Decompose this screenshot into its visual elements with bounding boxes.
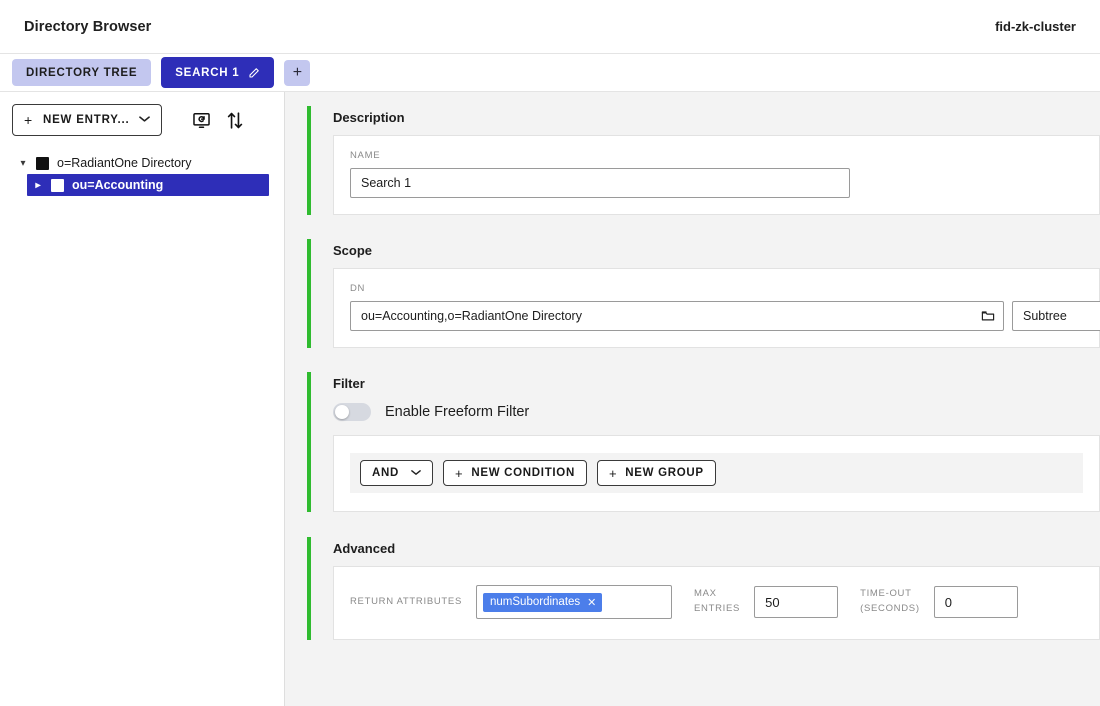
sort-updown-icon[interactable] [227,111,243,130]
left-toolbar: + NEW ENTRY... [0,92,284,146]
new-condition-label: NEW CONDITION [471,467,575,479]
scope-select[interactable]: Subtree [1012,301,1100,331]
tree-node-radiantone-directory[interactable]: ▾ o=RadiantOne Directory [0,152,284,174]
advanced-row: RETURN ATTRIBUTES numSubordinates ✕ MAX … [350,585,1083,619]
new-group-button[interactable]: + NEW GROUP [596,460,716,486]
new-entry-button[interactable]: + NEW ENTRY... [12,104,163,136]
attribute-chip-label: numSubordinates [490,596,581,608]
section-advanced-title: Advanced [333,541,396,556]
filter-card: AND + NEW CONDITION + NEW GROUP [333,435,1100,512]
dn-input[interactable]: ou=Accounting,o=RadiantOne Directory [350,301,1004,331]
chevron-down-icon[interactable]: ▾ [18,158,28,169]
filter-operator-select[interactable]: AND [360,460,434,486]
plus-icon: + [455,465,464,481]
app-header: Directory Browser fid-zk-cluster [0,0,1100,54]
close-icon[interactable]: ✕ [587,596,596,609]
body-split: + NEW ENTRY... ▾ o=RadiantOne Directory … [0,92,1100,706]
add-tab-button[interactable]: + [284,59,311,86]
pencil-icon[interactable] [248,67,260,79]
plus-icon: + [608,465,618,481]
section-description: Description NAME Search 1 [307,106,1100,215]
folder-node-icon [36,156,49,170]
new-entry-label: NEW ENTRY... [42,114,130,126]
section-filter-title: Filter [333,376,365,391]
tab-strip: DIRECTORY TREE SEARCH 1 + [0,54,1100,92]
monitor-refresh-icon[interactable] [192,111,211,130]
freeform-filter-row: Enable Freeform Filter [333,401,1100,435]
tree-node-ou-accounting[interactable]: ▸ ou=Accounting [27,174,269,196]
timeout-label-line2: (SECONDS) [860,603,920,614]
page-title: Directory Browser [24,18,152,35]
chevron-down-icon [411,468,421,478]
enable-freeform-filter-toggle[interactable] [333,403,371,421]
tool-icon-group [192,111,243,130]
description-card: NAME Search 1 [333,135,1100,215]
return-attributes-input[interactable]: numSubordinates ✕ [476,585,673,619]
section-advanced: Advanced RETURN ATTRIBUTES numSubordinat… [307,537,1100,640]
chevron-down-icon [139,115,151,126]
tab-directory-tree[interactable]: DIRECTORY TREE [12,59,152,86]
tree-node-label: o=RadiantOne Directory [57,156,192,170]
advanced-card: RETURN ATTRIBUTES numSubordinates ✕ MAX … [333,566,1100,640]
max-entries-label-line2: ENTRIES [694,603,741,614]
left-panel: + NEW ENTRY... ▾ o=RadiantOne Directory … [0,92,285,706]
tree-node-label: ou=Accounting [72,178,164,192]
cluster-name: fid-zk-cluster [995,19,1076,34]
toggle-knob [335,405,349,419]
max-entries-input[interactable]: 50 [754,586,839,618]
new-group-label: NEW GROUP [625,467,704,479]
search-form-panel: Description NAME Search 1 Scope DN ou=Ac… [285,92,1100,706]
folder-icon[interactable] [981,309,995,323]
dn-row: ou=Accounting,o=RadiantOne Directory Sub… [350,301,1100,331]
attribute-chip[interactable]: numSubordinates ✕ [483,592,603,612]
name-field-label: NAME [350,150,381,161]
section-scope-title: Scope [333,243,373,258]
max-entries-label: MAX ENTRIES [694,587,740,616]
filter-builder-toolbar: AND + NEW CONDITION + NEW GROUP [350,453,1083,493]
tab-search-1-label: SEARCH 1 [175,66,240,79]
plus-icon: + [24,112,33,128]
section-description-title: Description [333,110,405,125]
tab-search-1[interactable]: SEARCH 1 [161,57,275,88]
filter-operator-label: AND [372,467,400,479]
timeout-label: TIME-OUT (SECONDS) [860,587,920,616]
scope-card: DN ou=Accounting,o=RadiantOne Directory … [333,268,1100,348]
timeout-input[interactable]: 0 [933,586,1018,618]
section-filter: Filter Enable Freeform Filter AND + NEW … [307,372,1100,512]
tab-directory-tree-label: DIRECTORY TREE [26,66,138,79]
max-entries-label-line1: MAX [694,588,717,600]
section-scope: Scope DN ou=Accounting,o=RadiantOne Dire… [307,239,1100,348]
return-attributes-label: RETURN ATTRIBUTES [350,595,463,607]
chevron-right-icon[interactable]: ▸ [33,180,43,191]
timeout-label-line1: TIME-OUT [860,588,912,600]
dn-input-wrapper: ou=Accounting,o=RadiantOne Directory [350,301,1004,331]
dn-field-label: DN [350,283,366,294]
folder-node-icon [51,178,64,192]
new-condition-button[interactable]: + NEW CONDITION [443,460,587,486]
enable-freeform-filter-label: Enable Freeform Filter [385,404,530,420]
plus-icon: + [292,63,303,81]
directory-tree: ▾ o=RadiantOne Directory ▸ ou=Accounting [0,146,284,196]
name-input[interactable]: Search 1 [350,168,850,198]
